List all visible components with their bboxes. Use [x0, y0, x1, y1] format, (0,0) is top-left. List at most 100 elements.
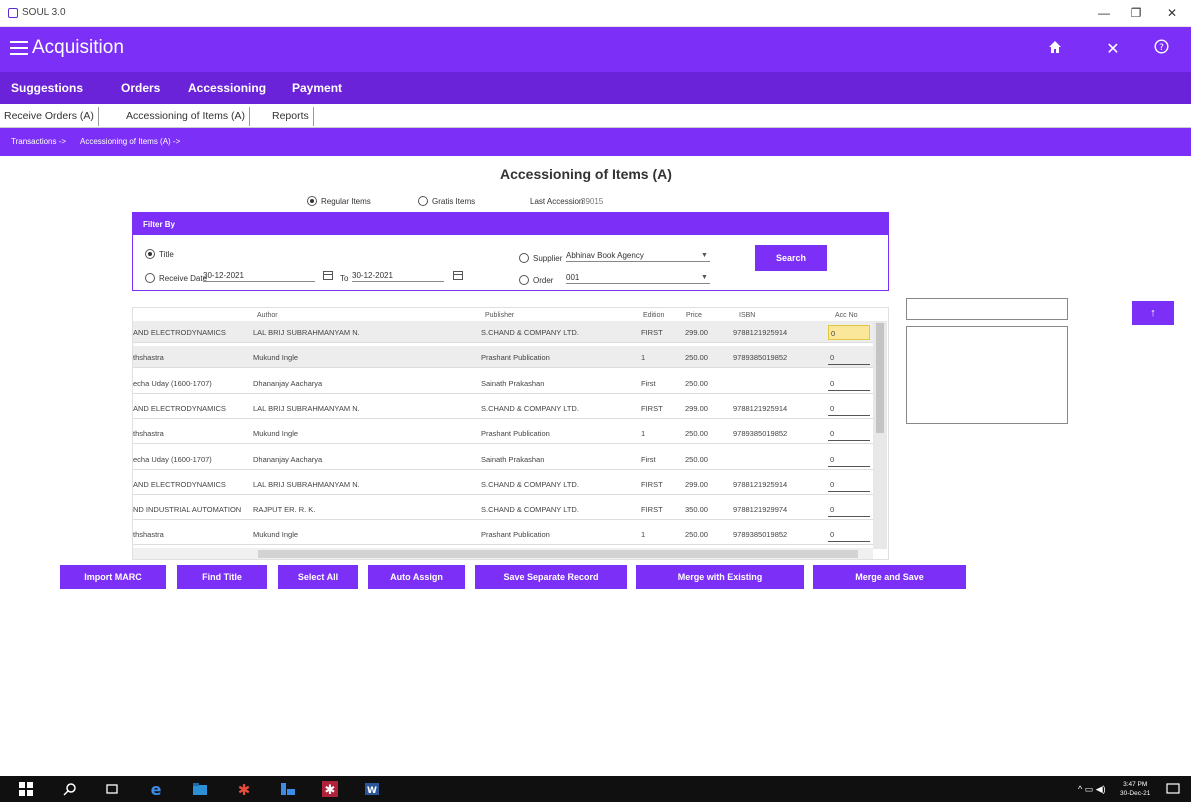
main-menu: Suggestions Orders Accessioning Payment: [0, 72, 1191, 104]
supplier-chevron-down-icon[interactable]: ▼: [701, 252, 708, 259]
import-marc-button[interactable]: Import MARC: [60, 565, 166, 589]
menu-accessioning[interactable]: Accessioning: [188, 81, 266, 95]
taskbar-clock[interactable]: 3:47 PM 30-Dec-21: [1120, 780, 1150, 798]
table-cell: Prashant Publication: [481, 353, 550, 363]
breadcrumb-accessioning[interactable]: Accessioning of Items (A) ->: [80, 137, 180, 146]
select-all-button[interactable]: Select All: [278, 565, 358, 589]
hamburger-menu-icon[interactable]: [10, 41, 28, 55]
table-row[interactable]: AND ELECTRODYNAMICS LAL BRIJ SUBRAHMANYAM…: [133, 321, 873, 343]
tab-receive-orders[interactable]: Receive Orders (A): [0, 107, 99, 126]
tab-accessioning-of-items[interactable]: Accessioning of Items (A): [122, 107, 251, 126]
supplier-radio[interactable]: [519, 253, 529, 263]
calendar-from-icon[interactable]: [323, 271, 333, 280]
menu-payment[interactable]: Payment: [292, 81, 342, 95]
move-up-arrow-button[interactable]: ↑: [1132, 301, 1174, 325]
search-icon[interactable]: [62, 781, 78, 797]
order-chevron-down-icon[interactable]: ▼: [701, 274, 708, 281]
acc-no-input[interactable]: 0: [828, 350, 870, 366]
table-cell: 250.00: [685, 429, 708, 439]
acc-no-input[interactable]: 0: [828, 452, 870, 467]
merge-and-save-button[interactable]: Merge and Save: [813, 565, 966, 589]
acc-no-input[interactable]: 0: [828, 401, 870, 416]
table-cell: 250.00: [685, 530, 708, 540]
col-header-isbn[interactable]: ISBN: [739, 312, 755, 319]
supplier-select[interactable]: Abhinav Book Agency: [566, 248, 710, 262]
breadcrumb-transactions[interactable]: Transactions ->: [11, 137, 66, 146]
search-button[interactable]: Search: [755, 245, 827, 271]
table-cell: 299.00: [685, 479, 708, 489]
col-header-price[interactable]: Price: [686, 312, 702, 319]
table-cell: echa Uday (1600-1707): [133, 378, 212, 388]
table-row[interactable]: echa Uday (1600-1707) Dhananjay Aacharya S…: [133, 372, 873, 394]
edge-browser-icon[interactable]: e: [148, 780, 164, 799]
col-header-edition[interactable]: Edition: [643, 312, 664, 319]
notifications-icon[interactable]: [1165, 781, 1181, 797]
table-row[interactable]: AND ELECTRODYNAMICS LAL BRIJ SUBRAHMANYAM…: [133, 473, 873, 495]
table-row[interactable]: thshastra Mukund Ingle Prashant Publicatio…: [133, 346, 873, 369]
table-cell: echa Uday (1600-1707): [133, 454, 212, 464]
soul-app-icon[interactable]: ✱: [322, 781, 338, 798]
grid-vertical-scrollbar[interactable]: [873, 321, 887, 549]
date-to-field[interactable]: 30-12-2021: [352, 268, 444, 282]
menu-suggestions[interactable]: Suggestions: [11, 81, 83, 95]
find-title-button[interactable]: Find Title: [177, 565, 267, 589]
menu-orders[interactable]: Orders: [121, 81, 160, 95]
maximize-button[interactable]: ❐: [1124, 4, 1148, 22]
date-from-field[interactable]: 30-12-2021: [203, 268, 315, 282]
home-icon[interactable]: [1042, 37, 1068, 63]
file-explorer-icon[interactable]: [192, 781, 208, 797]
acc-no-input[interactable]: 0: [828, 376, 870, 391]
col-header-author[interactable]: Author: [257, 312, 278, 319]
word-icon[interactable]: W: [364, 781, 380, 797]
gratis-items-radio[interactable]: [418, 196, 428, 206]
table-cell: Sainath Prakashan: [481, 378, 545, 388]
merge-with-existing-button[interactable]: Merge with Existing: [636, 565, 804, 589]
acc-no-input[interactable]: 0: [828, 527, 870, 543]
acc-no-input[interactable]: 0: [828, 502, 870, 518]
minimize-button[interactable]: —: [1092, 4, 1116, 22]
calendar-to-icon[interactable]: [453, 271, 463, 280]
table-cell: 350.00: [685, 505, 708, 515]
title-radio[interactable]: [145, 249, 155, 259]
task-view-icon[interactable]: [104, 781, 120, 797]
window-close-button[interactable]: ✕: [1160, 4, 1184, 22]
auto-assign-button[interactable]: Auto Assign: [368, 565, 465, 589]
table-cell: Mukund Ingle: [253, 353, 299, 363]
col-header-acc-no[interactable]: Acc No: [835, 312, 858, 319]
pinned-app-icon[interactable]: ✱: [236, 781, 252, 799]
table-cell: First: [641, 378, 656, 388]
order-label: Order: [533, 276, 554, 285]
receive-date-radio[interactable]: [145, 273, 155, 283]
close-icon[interactable]: ✕: [1100, 37, 1126, 63]
windows-start-icon[interactable]: [18, 781, 34, 797]
tab-reports[interactable]: Reports: [268, 107, 314, 126]
store-icon[interactable]: [280, 781, 296, 797]
table-row[interactable]: thshastra Mukund Ingle Prashant Publicatio…: [133, 422, 873, 445]
table-cell: AND ELECTRODYNAMICS: [133, 328, 226, 337]
table-cell: 250.00: [685, 454, 708, 464]
order-radio[interactable]: [519, 275, 529, 285]
regular-items-radio[interactable]: [307, 196, 317, 206]
side-textarea[interactable]: [906, 326, 1068, 424]
grid-horizontal-scrollbar[interactable]: [133, 548, 873, 559]
table-row[interactable]: AND ELECTRODYNAMICS LAL BRIJ SUBRAHMANYAM…: [133, 397, 873, 419]
table-row[interactable]: ND INDUSTRIAL AUTOMATION RAJPUT ER. R. K.…: [133, 498, 873, 521]
col-header-publisher[interactable]: Publisher: [485, 312, 514, 319]
table-cell: ND INDUSTRIAL AUTOMATION: [133, 505, 242, 515]
help-icon[interactable]: ?: [1148, 37, 1174, 63]
svg-text:✱: ✱: [325, 783, 336, 797]
table-cell: 9788121925914: [733, 328, 788, 337]
last-accession-value: 39015: [581, 197, 604, 206]
table-cell: FIRST: [641, 479, 663, 489]
supplier-label: Supplier: [533, 254, 563, 263]
acc-no-input[interactable]: 0: [828, 477, 870, 492]
acc-no-input[interactable]: 0: [828, 426, 870, 442]
table-row[interactable]: echa Uday (1600-1707) Dhananjay Aacharya S…: [133, 448, 873, 470]
acc-no-input[interactable]: 0: [828, 325, 870, 340]
save-separate-record-button[interactable]: Save Separate Record: [475, 565, 627, 589]
table-cell: FIRST: [641, 403, 663, 413]
system-tray-icons[interactable]: ^ ▭ ◀): [1078, 781, 1118, 797]
side-input[interactable]: [906, 298, 1068, 320]
table-row[interactable]: thshastra Mukund Ingle Prashant Publicatio…: [133, 523, 873, 546]
order-select[interactable]: 001: [566, 270, 710, 284]
